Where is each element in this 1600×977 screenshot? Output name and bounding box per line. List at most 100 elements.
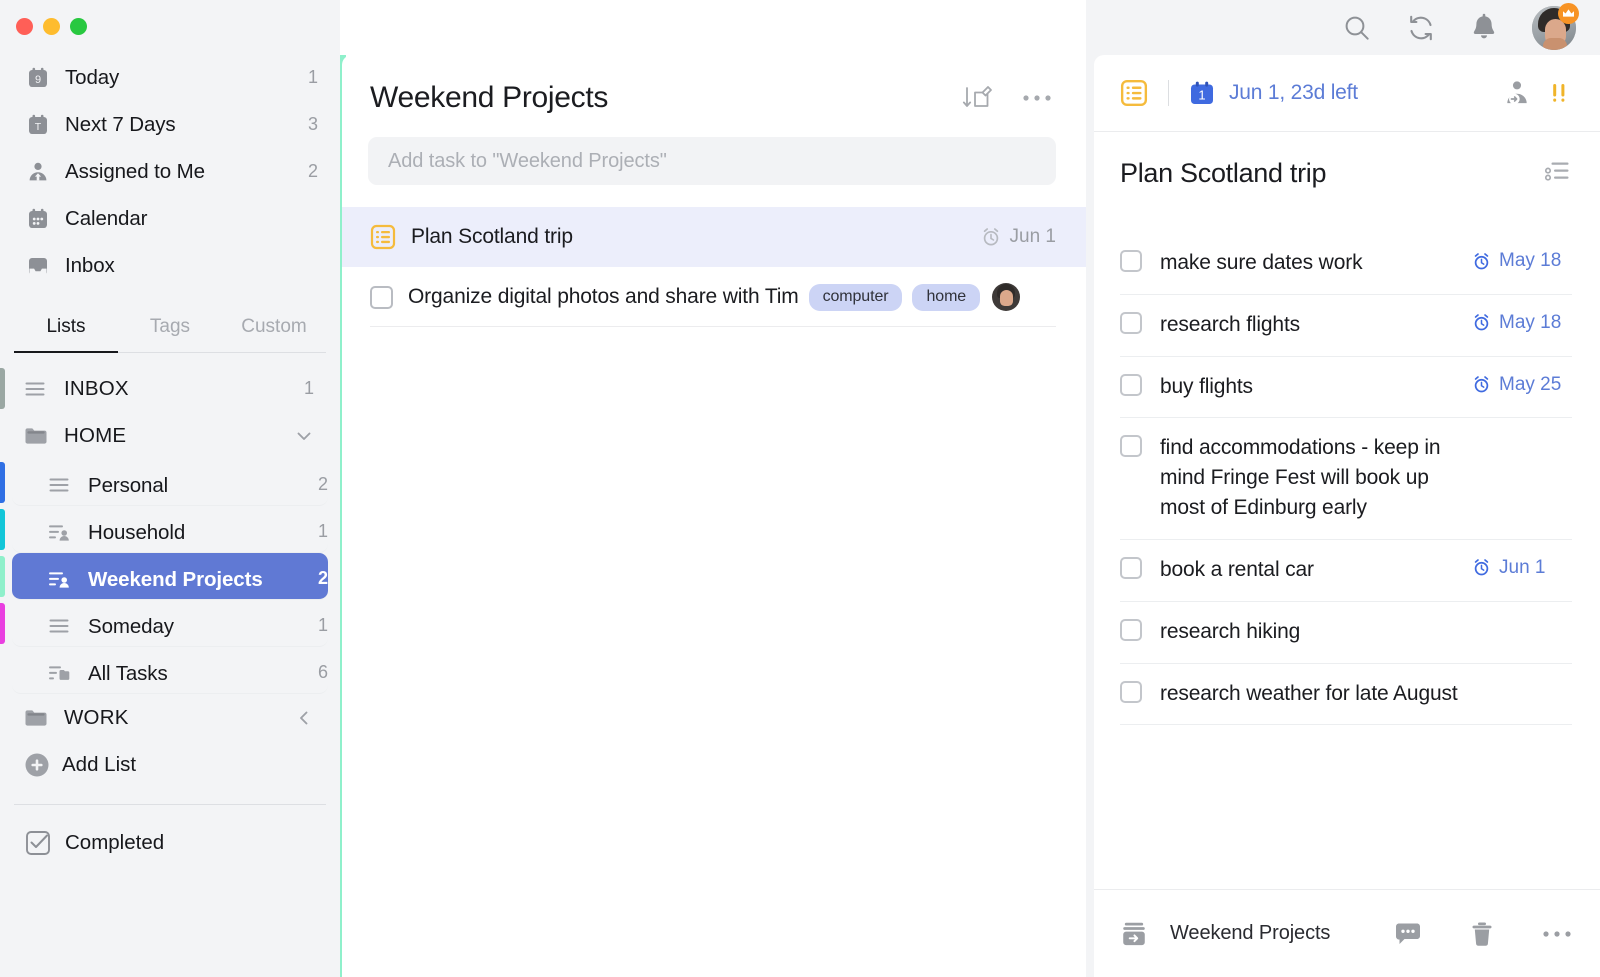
more-horizontal-icon[interactable] bbox=[1022, 93, 1052, 103]
sidebar-list-label: Weekend Projects bbox=[78, 568, 318, 592]
sidebar: 9 Today 1 T Next 7 Days 3 Assigned to Me… bbox=[0, 0, 340, 977]
sidebar-folder-home[interactable]: HOME bbox=[12, 412, 328, 459]
more-horizontal-icon[interactable] bbox=[1542, 929, 1572, 939]
assigned-person-icon bbox=[24, 160, 52, 184]
sidebar-folder-work[interactable]: WORK bbox=[12, 694, 328, 741]
sidebar-item-completed[interactable]: Completed bbox=[12, 819, 328, 866]
trash-icon[interactable] bbox=[1470, 921, 1494, 947]
svg-text:1: 1 bbox=[1198, 88, 1205, 103]
checklist-icon[interactable] bbox=[370, 224, 396, 250]
calendar-week-icon: T bbox=[24, 113, 52, 137]
search-icon[interactable] bbox=[1342, 13, 1372, 43]
tab-lists[interactable]: Lists bbox=[14, 307, 118, 352]
crown-badge-icon[interactable] bbox=[1558, 3, 1579, 24]
close-window-button[interactable] bbox=[16, 18, 33, 35]
add-task-input[interactable]: Add task to "Weekend Projects" bbox=[368, 137, 1056, 185]
alarm-clock-icon bbox=[1472, 558, 1491, 577]
sidebar-item-next-7-days[interactable]: T Next 7 Days 3 bbox=[0, 101, 340, 148]
subtask-due[interactable]: Jun 1 bbox=[1472, 557, 1545, 579]
task-detail-title[interactable]: Plan Scotland trip bbox=[1120, 158, 1544, 189]
assign-person-icon[interactable] bbox=[1502, 78, 1532, 108]
list-item[interactable]: find accommodations - keep in mind Fring… bbox=[1120, 418, 1572, 539]
subtask-due-text: May 25 bbox=[1499, 374, 1561, 396]
subtask-view-icon[interactable] bbox=[1544, 158, 1572, 184]
sidebar-list-count: 1 bbox=[318, 521, 328, 542]
sidebar-item-today[interactable]: 9 Today 1 bbox=[0, 54, 340, 101]
sidebar-list-label: All Tasks bbox=[78, 662, 318, 686]
tab-tags[interactable]: Tags bbox=[118, 307, 222, 352]
sort-edit-icon[interactable] bbox=[962, 82, 996, 114]
subtask-checkbox[interactable] bbox=[1120, 435, 1142, 457]
sidebar-list-count: 2 bbox=[318, 474, 328, 495]
subtask-due-text: May 18 bbox=[1499, 312, 1561, 334]
list-item[interactable]: research hiking bbox=[1120, 602, 1572, 664]
alarm-clock-icon bbox=[1472, 313, 1491, 332]
sidebar-item-calendar[interactable]: Calendar bbox=[0, 195, 340, 242]
subtask-text: buy flights bbox=[1142, 372, 1472, 402]
sync-icon[interactable] bbox=[1406, 13, 1436, 43]
checklist-icon[interactable] bbox=[1120, 79, 1148, 107]
list-item[interactable]: research flights May 18 bbox=[1120, 295, 1572, 357]
subtask-due[interactable]: May 18 bbox=[1472, 250, 1561, 272]
sidebar-list-someday[interactable]: Someday 1 bbox=[12, 600, 328, 647]
subtask-checkbox[interactable] bbox=[1120, 374, 1142, 396]
chevron-down-icon[interactable] bbox=[294, 426, 314, 446]
task-detail-footer: Weekend Projects bbox=[1094, 889, 1600, 977]
task-list-name[interactable]: Weekend Projects bbox=[1166, 922, 1330, 945]
subtask-text: find accommodations - keep in mind Fring… bbox=[1142, 433, 1472, 522]
subtask-text: book a rental car bbox=[1142, 555, 1472, 585]
list-item[interactable]: book a rental car Jun 1 bbox=[1120, 540, 1572, 602]
sidebar-list-inbox[interactable]: INBOX 1 bbox=[12, 365, 328, 412]
inbox-icon bbox=[24, 254, 52, 278]
comment-icon[interactable] bbox=[1394, 921, 1422, 947]
task-due-date-text[interactable]: Jun 1, 23d left bbox=[1229, 81, 1358, 105]
bell-icon[interactable] bbox=[1470, 13, 1498, 43]
subtask-checkbox[interactable] bbox=[1120, 681, 1142, 703]
top-toolbar bbox=[1342, 0, 1600, 55]
sidebar-list-personal[interactable]: Personal 2 bbox=[12, 459, 328, 506]
window-traffic-lights bbox=[0, 0, 340, 52]
list-icon bbox=[48, 474, 78, 496]
subtask-due[interactable]: May 18 bbox=[1472, 312, 1561, 334]
list-color-stripe bbox=[0, 368, 5, 409]
completed-label: Completed bbox=[52, 831, 164, 855]
list-item[interactable]: buy flights May 25 bbox=[1120, 357, 1572, 419]
sidebar-list-count: 1 bbox=[304, 378, 314, 399]
subtask-checkbox[interactable] bbox=[1120, 619, 1142, 641]
sidebar-list-weekend-projects[interactable]: Weekend Projects 2 bbox=[12, 553, 328, 600]
list-item[interactable]: research weather for late August bbox=[1120, 664, 1572, 726]
sidebar-list-all-tasks[interactable]: All Tasks 6 bbox=[12, 647, 328, 694]
subtask-checkbox[interactable] bbox=[1120, 557, 1142, 579]
table-row[interactable]: Organize digital photos and share with T… bbox=[342, 267, 1086, 327]
subtask-checkbox[interactable] bbox=[1120, 250, 1142, 272]
priority-high-icon[interactable] bbox=[1546, 80, 1572, 106]
subtask-checkbox[interactable] bbox=[1120, 312, 1142, 334]
table-row[interactable]: Plan Scotland trip Jun 1 bbox=[342, 207, 1086, 267]
date-badge-icon[interactable]: 1 bbox=[1189, 80, 1215, 106]
sidebar-list-household[interactable]: Household 1 bbox=[12, 506, 328, 553]
add-list-button[interactable]: Add List bbox=[12, 741, 328, 788]
chevron-left-icon[interactable] bbox=[294, 708, 314, 728]
maximize-window-button[interactable] bbox=[70, 18, 87, 35]
task-tag[interactable]: home bbox=[912, 284, 980, 311]
move-to-list-icon[interactable] bbox=[1120, 920, 1148, 948]
list-item[interactable]: make sure dates work May 18 bbox=[1120, 233, 1572, 295]
task-checkbox[interactable] bbox=[370, 286, 393, 309]
avatar-neck bbox=[1543, 38, 1567, 50]
minimize-window-button[interactable] bbox=[43, 18, 60, 35]
svg-text:T: T bbox=[35, 121, 42, 133]
avatar[interactable] bbox=[1532, 6, 1576, 50]
sidebar-divider bbox=[14, 804, 326, 805]
subtask-due[interactable]: May 25 bbox=[1472, 374, 1561, 396]
task-tag[interactable]: computer bbox=[809, 284, 903, 311]
task-detail-panel: 1 Jun 1, 23d left Plan Scotland trip bbox=[1086, 0, 1600, 977]
subtask-text: research hiking bbox=[1142, 617, 1472, 647]
list-color-stripe bbox=[0, 462, 5, 503]
task-detail-title-bar: Plan Scotland trip bbox=[1094, 132, 1600, 189]
avatar[interactable] bbox=[992, 283, 1020, 311]
tab-custom[interactable]: Custom bbox=[222, 307, 326, 352]
row-divider bbox=[370, 326, 1056, 327]
folder-icon bbox=[24, 425, 54, 447]
sidebar-item-inbox[interactable]: Inbox bbox=[0, 242, 340, 289]
sidebar-item-assigned-to-me[interactable]: Assigned to Me 2 bbox=[0, 148, 340, 195]
